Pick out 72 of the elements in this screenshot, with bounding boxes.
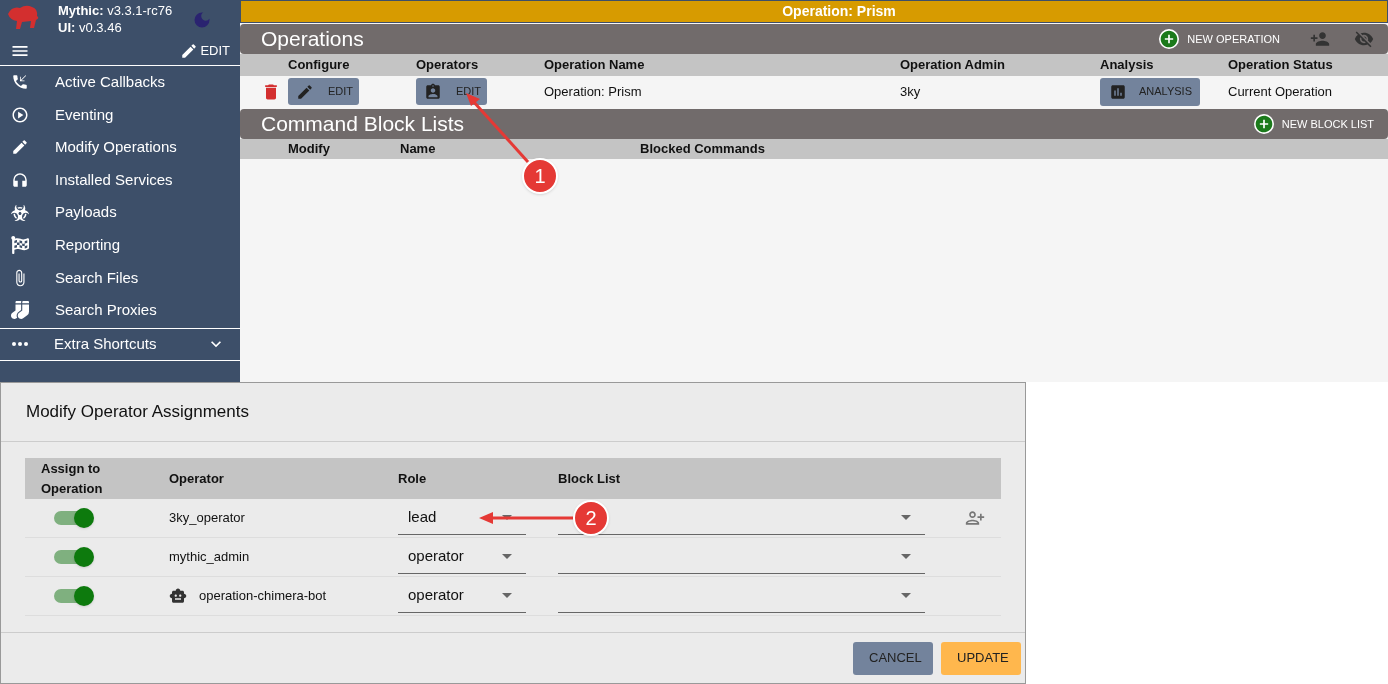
dropdown-caret-icon xyxy=(502,554,512,559)
table-cell-text: 3ky xyxy=(900,82,922,101)
toggle-switch[interactable] xyxy=(54,589,92,603)
column-header: Modify xyxy=(288,140,331,159)
nav-item[interactable]: Payloads xyxy=(0,196,240,229)
mythic-version: Mythic: v3.3.1-rc76 xyxy=(58,2,173,19)
column-header: Analysis xyxy=(1100,56,1155,75)
column-header: Blocked Commands xyxy=(640,140,766,159)
play-icon xyxy=(11,105,29,124)
pencil-icon xyxy=(180,41,199,60)
column-header: Operation Name xyxy=(544,56,646,75)
column-header: Operation Status xyxy=(1228,56,1334,75)
hidden-eye-icon[interactable] xyxy=(1354,29,1374,49)
update-button[interactable]: UPDATE xyxy=(941,641,1021,675)
edit-button[interactable]: EDIT xyxy=(180,40,230,61)
id-badge-icon xyxy=(424,82,442,101)
dropdown-caret-icon xyxy=(901,515,911,520)
nav-item[interactable]: Reporting xyxy=(0,228,240,262)
operators-edit-button[interactable]: EDIT xyxy=(416,78,487,105)
biohazard-icon xyxy=(11,203,29,222)
logo-icon xyxy=(6,4,40,32)
chart-icon xyxy=(1109,82,1127,101)
checkered-flag-icon xyxy=(11,236,29,255)
column-header: Block List xyxy=(558,469,622,488)
operation-banner: Operation: Prism xyxy=(240,0,1388,23)
pencil-icon xyxy=(11,138,29,157)
nav-item[interactable]: Eventing xyxy=(0,98,240,132)
column-header: Operator xyxy=(169,469,225,488)
toggle-switch[interactable] xyxy=(54,511,92,525)
section-title: Operations xyxy=(261,26,365,53)
cancel-button[interactable]: CANCEL xyxy=(853,641,933,675)
plus-circle-icon xyxy=(1253,114,1274,134)
select-field[interactable]: operator xyxy=(398,579,526,613)
nav-item[interactable]: Installed Services xyxy=(0,163,240,197)
nav-item[interactable]: Search Proxies xyxy=(0,294,240,327)
column-header: Name xyxy=(400,140,437,159)
more-icon xyxy=(12,342,28,347)
table-cell-text: Operation: Prism xyxy=(544,82,643,101)
column-header: Configure xyxy=(288,56,351,75)
new-button[interactable]: NEW OPERATION xyxy=(1159,29,1280,49)
section-title: Command Block Lists xyxy=(261,111,466,138)
select-field[interactable]: operator xyxy=(398,540,526,574)
phone-icon xyxy=(11,73,29,92)
analysis-button[interactable]: ANALYSIS xyxy=(1100,77,1200,106)
add-user-icon[interactable] xyxy=(1310,29,1330,49)
extra-shortcuts[interactable]: Extra Shortcuts xyxy=(0,327,240,361)
headphones-icon xyxy=(11,171,29,190)
nav-item[interactable]: Active Callbacks xyxy=(0,66,240,99)
dropdown-caret-icon xyxy=(502,593,512,598)
socks-icon xyxy=(11,301,29,320)
new-button[interactable]: NEW BLOCK LIST xyxy=(1253,114,1374,134)
dialog-title: Modify Operator Assignments xyxy=(26,401,249,424)
column-header: Operators xyxy=(416,56,480,75)
operator-name: operation-chimera-bot xyxy=(199,587,327,606)
column-header: Assign to Operation xyxy=(40,459,104,498)
nav-item[interactable]: Modify Operations xyxy=(0,131,240,164)
operator-name: 3ky_operator xyxy=(169,509,245,528)
dropdown-caret-icon xyxy=(901,554,911,559)
robot-icon xyxy=(169,587,187,605)
plus-circle-icon xyxy=(1159,29,1180,49)
pencil-icon xyxy=(296,82,314,101)
column-header: Role xyxy=(398,469,428,488)
toggle-switch[interactable] xyxy=(54,550,92,564)
nav-item[interactable]: Search Files xyxy=(0,261,240,295)
add-user-icon[interactable] xyxy=(965,508,985,528)
dropdown-caret-icon xyxy=(502,515,512,520)
ui-version: UI: v0.3.46 xyxy=(58,19,123,36)
dropdown-caret-icon xyxy=(901,593,911,598)
table-cell-text: Current Operation xyxy=(1228,82,1334,101)
column-header: Operation Admin xyxy=(900,56,1006,75)
operator-name: mythic_admin xyxy=(169,548,250,567)
configure-edit-button[interactable]: EDIT xyxy=(288,78,359,105)
